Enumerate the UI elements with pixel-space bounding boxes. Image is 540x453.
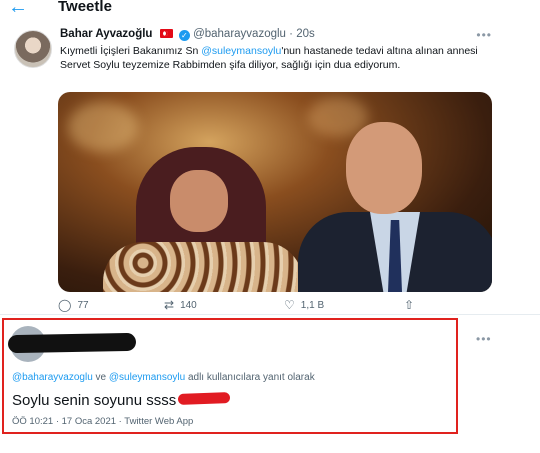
photo-background-light	[68, 102, 138, 152]
top-bar: ← Tweetle	[0, 0, 540, 22]
tweet-actions: ◯ 77 ⇄ 140 ♡ 1,1 B ⇧	[58, 298, 492, 314]
back-arrow-icon[interactable]: ←	[8, 0, 28, 19]
handle[interactable]: @baharayvazoglu	[193, 28, 286, 40]
tweet-header: Bahar Ayvazoğlu ✓ @baharayvazoglu · 20s	[60, 28, 315, 41]
photo-woman-cardigan	[103, 242, 303, 292]
tweet-text: Kıymetli İçişleri Bakanımız Sn @suleyman…	[60, 44, 490, 72]
reply-timestamp[interactable]: ÖÖ 10:21 · 17 Oca 2021 · Twitter Web App	[12, 416, 193, 427]
divider	[0, 314, 540, 315]
turkey-flag-icon	[159, 29, 173, 38]
avatar[interactable]	[14, 30, 52, 68]
verified-badge-icon: ✓	[178, 30, 190, 41]
retweet-count: 140	[180, 299, 197, 311]
like-action[interactable]: ♡ 1,1 B	[284, 298, 324, 312]
reply-to-mention-2[interactable]: @suleymansoylu	[109, 372, 185, 383]
tweet[interactable]: Bahar Ayvazoğlu ✓ @baharayvazoglu · 20s …	[0, 22, 540, 314]
separator: ·	[289, 28, 293, 40]
redacted-username	[7, 332, 137, 354]
photo-woman-face	[170, 170, 228, 232]
retweet-action[interactable]: ⇄ 140	[164, 298, 197, 312]
reply-more-options-icon[interactable]: •••	[476, 332, 492, 346]
share-icon: ⇧	[404, 298, 415, 312]
like-count: 1,1 B	[300, 299, 325, 311]
share-action[interactable]: ⇧	[404, 298, 414, 312]
reply-to-suffix: adlı kullanıcılara yanıt olarak	[185, 372, 315, 383]
heart-icon: ♡	[284, 298, 295, 312]
replying-to: @baharayvazoglu ve @suleymansoylu adlı k…	[12, 372, 315, 383]
reply-count: 77	[77, 299, 89, 311]
redacted-word	[178, 392, 231, 405]
more-options-icon[interactable]: •••	[476, 28, 492, 42]
reply-tweet-highlight[interactable]: @baharayvazoglu ve @suleymansoylu adlı k…	[2, 318, 458, 434]
mention-link[interactable]: @suleymansoylu	[201, 45, 281, 57]
reply-text: Soylu senin soyunu ssss	[12, 392, 231, 409]
reply-to-and: ve	[92, 372, 109, 383]
display-name[interactable]: Bahar Ayvazoğlu	[60, 28, 152, 40]
reply-action[interactable]: ◯ 77	[58, 298, 89, 312]
page-title: Tweetle	[58, 0, 112, 15]
tweet-photo[interactable]	[58, 92, 492, 292]
tweet-text-part1: Kıymetli İçişleri Bakanımız Sn	[60, 45, 202, 57]
reply-to-mention-1[interactable]: @baharayvazoglu	[12, 372, 93, 383]
retweet-icon: ⇄	[164, 298, 175, 312]
reply-text-content: Soylu senin soyunu ssss	[12, 392, 177, 409]
reply-icon: ◯	[58, 298, 72, 312]
photo-man-head	[346, 122, 422, 214]
time-ago[interactable]: 20s	[296, 28, 315, 40]
